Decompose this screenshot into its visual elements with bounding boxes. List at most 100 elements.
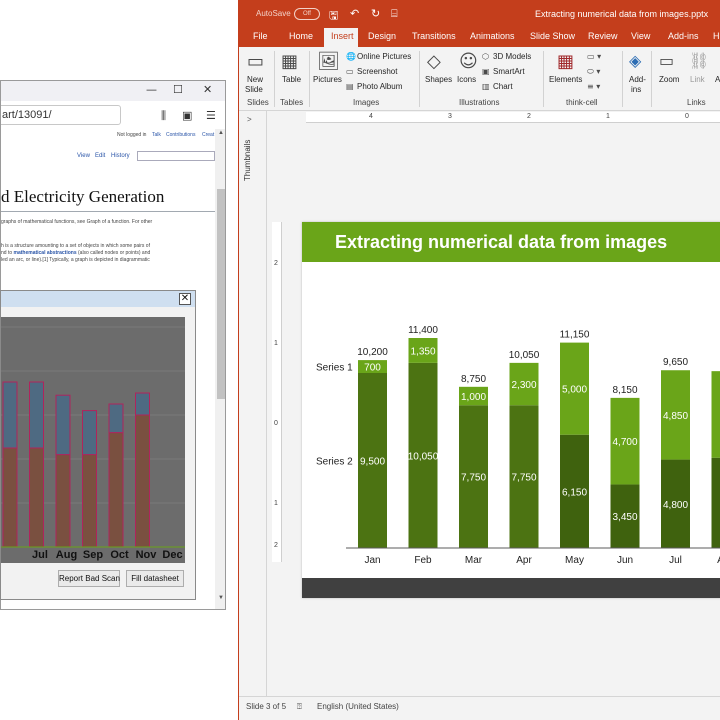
table-icon[interactable]: ▦ (281, 51, 298, 72)
addins-icon[interactable]: ◈ (629, 51, 641, 70)
link-icon[interactable]: ⛓ (689, 51, 709, 70)
smartart-icon: ▣ (482, 67, 490, 76)
table-button[interactable]: Table (282, 75, 301, 84)
dialog-close-button[interactable]: ✕ (179, 293, 191, 305)
tab-view[interactable]: View (77, 153, 90, 159)
stacked-bar-chart[interactable]: 9,500 700 10,200 Jan 10,050 1,350 11,400 Feb 7,7… (302, 262, 720, 578)
create-account-link[interactable]: Creat (202, 132, 214, 138)
horizontal-ruler: 4 3 2 1 0 (306, 112, 720, 123)
new-slide-button[interactable]: New (247, 75, 263, 84)
tab-home[interactable]: Home (289, 31, 313, 41)
shapes-button[interactable]: Shapes (425, 75, 452, 84)
scanned-bar-upper (108, 403, 124, 434)
month-label: Sep (83, 549, 103, 561)
icons-button[interactable]: Icons (457, 75, 476, 84)
addins-button-line2[interactable]: ins (631, 85, 641, 94)
thinkcell-box-icon[interactable]: ⬭ ▾ (587, 67, 600, 77)
language-indicator[interactable]: English (United States) (317, 702, 399, 711)
undo-icon[interactable]: ↶ (350, 7, 359, 20)
shapes-icon[interactable]: ◇ (427, 51, 441, 72)
minimize-icon[interactable]: — (146, 83, 157, 96)
maximize-icon[interactable]: ☐ (173, 83, 183, 96)
scanned-bar-lower (29, 447, 44, 548)
scroll-down-icon[interactable]: ▼ (218, 595, 224, 601)
tab-file[interactable]: File (253, 31, 268, 41)
elements-icon[interactable]: ▦ (557, 51, 574, 72)
chart-button[interactable]: Chart (493, 82, 513, 91)
spellcheck-icon[interactable]: ⍰ (297, 702, 302, 712)
slide-title[interactable]: Extracting numerical data from images (335, 232, 667, 253)
datasheet-dialog: ✕ Jul Aug Sep Oct Nov Dec Report Bad Scan Fil… (0, 290, 196, 600)
hatnote: graphs of mathematical functions, see Gr… (1, 219, 153, 225)
report-bad-scan-button[interactable]: Report Bad Scan (58, 570, 120, 587)
total-label: 8,150 (612, 385, 637, 396)
tab-help[interactable]: H (713, 31, 720, 41)
tab-slide-show[interactable]: Slide Show (530, 31, 575, 41)
tab-view[interactable]: View (631, 31, 650, 41)
smartart-button[interactable]: SmartArt (493, 67, 525, 76)
tab-addins[interactable]: Add-ins (668, 31, 699, 41)
category-label: Mar (465, 555, 483, 566)
scrollbar[interactable]: ▲ ▼ (215, 129, 225, 609)
tab-design[interactable]: Design (368, 31, 396, 41)
tab-history[interactable]: History (111, 153, 130, 159)
pictures-button[interactable]: Pictures (313, 75, 342, 84)
thinkcell-list-icon[interactable]: ≡ ▾ (587, 82, 600, 91)
action-button[interactable]: A (715, 75, 720, 84)
series-label-2: Series 2 (316, 457, 353, 468)
divider (1, 211, 215, 212)
new-slide-icon[interactable]: ▭ (247, 51, 264, 72)
thinkcell-shape-icon[interactable]: ▭ ▾ (587, 52, 601, 61)
contributions-link[interactable]: Contributions (166, 132, 195, 138)
online-pictures-button[interactable]: Online Pictures (357, 52, 411, 61)
scanned-bar-upper (135, 392, 150, 416)
series-label-1: Series 1 (316, 363, 353, 374)
menu-icon[interactable]: ☰ (206, 109, 216, 122)
fill-datasheet-button[interactable]: Fill datasheet (126, 570, 184, 587)
icons-icon[interactable]: ☺ (459, 51, 478, 72)
tab-review[interactable]: Review (588, 31, 618, 41)
tab-animations[interactable]: Animations (470, 31, 515, 41)
new-slide-button-line2[interactable]: Slide (245, 85, 263, 94)
ribbon-separator (622, 51, 623, 107)
data-label-series-2: 4,800 (663, 500, 688, 511)
tab-insert[interactable]: Insert (331, 31, 354, 41)
month-label: Oct (110, 549, 129, 561)
elements-button[interactable]: Elements (549, 75, 582, 84)
scrollbar-thumb[interactable] (217, 189, 225, 399)
zoom-button[interactable]: Zoom (659, 75, 679, 84)
abstractions-link[interactable]: mathematical abstractions (14, 250, 77, 256)
autosave-toggle[interactable]: Off (294, 8, 320, 20)
scroll-up-icon[interactable]: ▲ (218, 130, 224, 136)
browser-toolbar: art/13091/ ⫼ ▣ ☰ (1, 103, 225, 129)
scanned-bar-lower (108, 432, 124, 548)
address-bar[interactable]: art/13091/ (1, 105, 121, 125)
total-label: 10,050 (509, 350, 540, 361)
save-icon[interactable]: 🖫 (329, 7, 338, 26)
reader-view-icon[interactable]: ▣ (182, 109, 192, 122)
pictures-icon[interactable]: 🖼 (317, 51, 340, 72)
thumbnails-pane[interactable]: > Thumbnails (239, 111, 267, 696)
photo-album-button[interactable]: Photo Album (357, 82, 402, 91)
scanned-bar-upper (55, 394, 71, 456)
ribbon-separator (651, 51, 652, 107)
paragraph-line: nd to mathematical abstractions (also ca… (1, 250, 151, 256)
tab-edit[interactable]: Edit (95, 153, 105, 159)
ribbon-separator (274, 51, 275, 107)
ribbon-tabs: File Home Insert Design Transitions Anim… (239, 28, 720, 47)
slide-canvas[interactable]: Extracting numerical data from images 9,… (302, 222, 720, 598)
autosave-label: AutoSave (256, 9, 291, 18)
close-icon[interactable]: ✕ (203, 83, 212, 96)
expand-icon[interactable]: > (247, 115, 252, 124)
3d-models-button[interactable]: 3D Models (493, 52, 531, 61)
link-button[interactable]: Link (690, 75, 705, 84)
zoom-icon[interactable]: ▭ (659, 51, 674, 70)
redo-icon[interactable]: ↻ (371, 7, 380, 20)
wiki-search-input[interactable] (137, 151, 215, 161)
customize-qat-icon[interactable]: ⌸ (391, 7, 398, 21)
tab-transitions[interactable]: Transitions (412, 31, 456, 41)
library-icon[interactable]: ⫼ (161, 109, 166, 123)
talk-link[interactable]: Talk (152, 132, 161, 138)
addins-button[interactable]: Add- (629, 75, 646, 84)
screenshot-button[interactable]: Screenshot (357, 67, 397, 76)
